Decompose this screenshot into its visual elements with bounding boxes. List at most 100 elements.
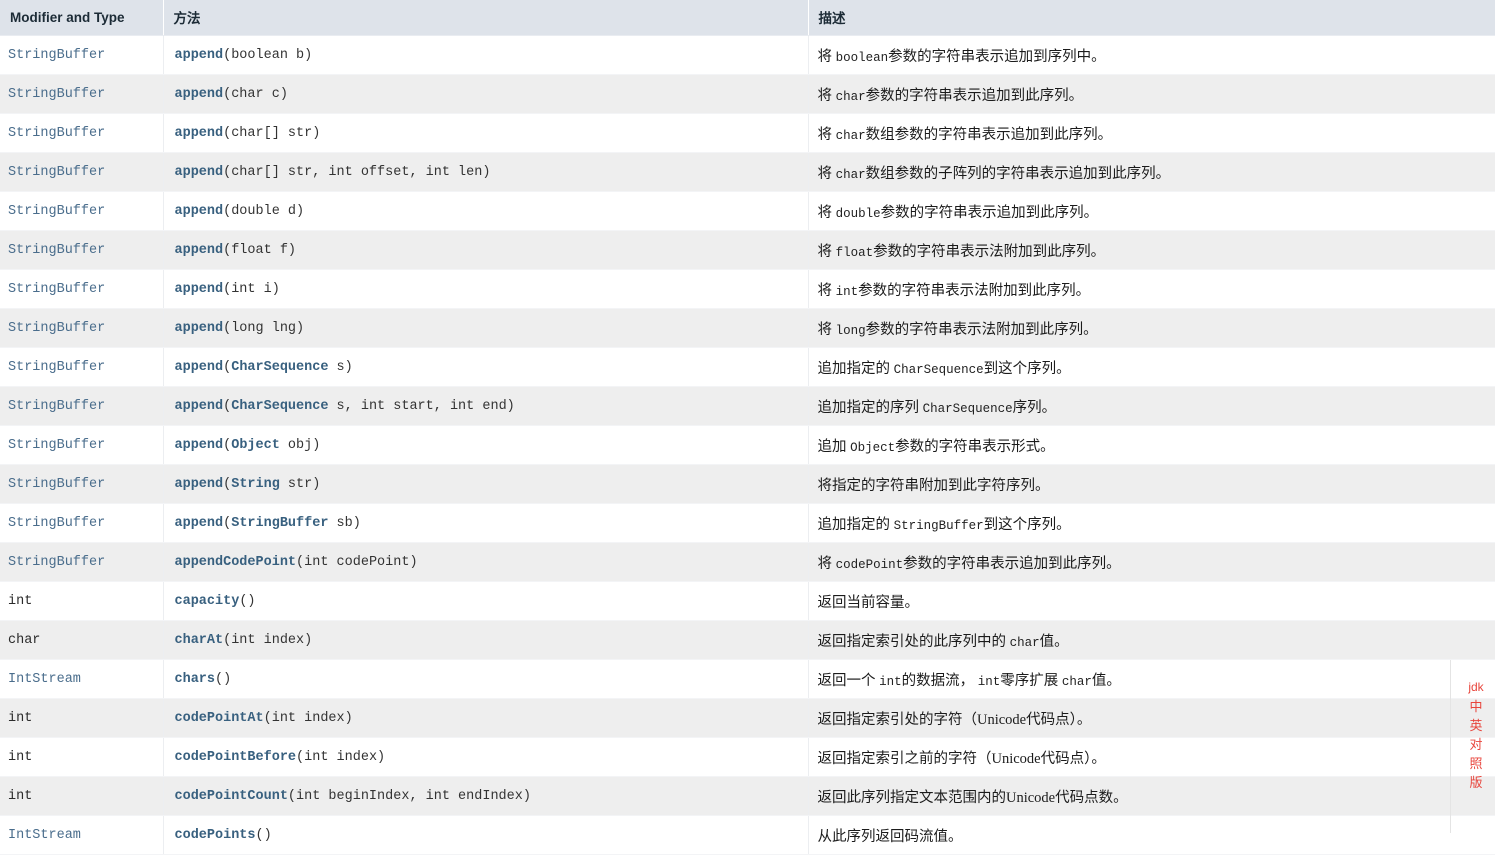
method-name-link[interactable]: append xyxy=(175,126,224,141)
parameter-type-link[interactable]: CharSequence xyxy=(231,399,328,414)
cell-method-signature: append(CharSequence s, int start, int en… xyxy=(163,386,809,426)
method-name-link[interactable]: chars xyxy=(175,672,216,687)
method-name-link[interactable]: charAt xyxy=(175,633,224,648)
type-text: int xyxy=(8,788,33,804)
cell-method-signature: codePointBefore(int index) xyxy=(163,737,809,777)
cell-method-signature: chars() xyxy=(163,659,809,699)
method-name-link[interactable]: append xyxy=(175,438,224,453)
cell-description: 将 float参数的字符串表示法附加到此序列。 xyxy=(808,230,1495,270)
method-name-link[interactable]: append xyxy=(175,399,224,414)
type-link[interactable]: StringBuffer xyxy=(8,87,105,102)
method-name-link[interactable]: append xyxy=(175,477,224,492)
method-signature-text: sb) xyxy=(328,515,361,531)
description-text-span: 参数的字符串表示追加到此序列。 xyxy=(865,87,1084,104)
description-code-span: int xyxy=(879,674,902,689)
method-name-link[interactable]: append xyxy=(175,165,224,180)
type-link[interactable]: StringBuffer xyxy=(8,165,105,180)
table-row: StringBuffer append(CharSequence s) 追加指定的 … xyxy=(0,347,1495,387)
cell-modifier-and-type: char xyxy=(0,620,164,660)
description-text-span: 参数的字符串表示追加到此序列。 xyxy=(880,204,1099,221)
parameter-type-link[interactable]: CharSequence xyxy=(231,360,328,375)
cell-method-signature: append(CharSequence s) xyxy=(163,347,809,387)
jdk-bilingual-watermark: jdk 中英对照版 xyxy=(1463,678,1489,792)
cell-modifier-and-type: StringBuffer xyxy=(0,464,164,504)
cell-description: 追加指定的 CharSequence到这个序列。 xyxy=(808,347,1495,387)
cell-description: 将 boolean参数的字符串表示追加到序列中。 xyxy=(808,35,1495,75)
description-code-span: Object xyxy=(850,440,896,455)
type-link[interactable]: StringBuffer xyxy=(8,204,105,219)
type-link[interactable]: StringBuffer xyxy=(8,399,105,414)
cell-modifier-and-type: StringBuffer xyxy=(0,74,164,114)
table-row: char charAt(int index) 返回指定索引处的此序列中的 char值… xyxy=(0,620,1495,660)
type-link[interactable]: StringBuffer xyxy=(8,477,105,492)
description-code-span: int xyxy=(977,674,1001,689)
description-text-span: 零序扩展 xyxy=(1000,672,1062,689)
method-signature-text: ( xyxy=(223,515,232,531)
method-name-link[interactable]: appendCodePoint xyxy=(175,555,297,570)
table-row: StringBuffer append(float f) 将 float参数的字符串… xyxy=(0,230,1495,270)
method-signature-text: (int beginIndex, int endIndex) xyxy=(287,788,531,804)
method-name-link[interactable]: append xyxy=(175,48,224,63)
type-link[interactable]: StringBuffer xyxy=(8,243,105,258)
cell-modifier-and-type: StringBuffer xyxy=(0,35,164,75)
description-text-span: 追加指定的序列 xyxy=(817,399,923,416)
method-name-link[interactable]: codePointAt xyxy=(175,711,264,726)
description-text-span: 将 xyxy=(817,243,836,260)
cell-description: 返回指定索引处的此序列中的 char值。 xyxy=(808,620,1495,660)
watermark-char: 照 xyxy=(1469,756,1483,771)
type-link[interactable]: IntStream xyxy=(8,672,81,687)
parameter-type-link[interactable]: String xyxy=(231,477,280,492)
cell-method-signature: charAt(int index) xyxy=(163,620,809,660)
method-name-link[interactable]: append xyxy=(175,243,224,258)
method-signature-text: (char c) xyxy=(223,86,288,102)
description-text-span: 数组参数的子阵列的字符串表示追加到此序列。 xyxy=(865,165,1171,182)
type-link[interactable]: IntStream xyxy=(8,828,81,843)
cell-description: 返回一个 int的数据流， int零序扩展 char值。 xyxy=(808,659,1495,699)
method-name-link[interactable]: append xyxy=(175,321,224,336)
description-text-span: 追加 xyxy=(817,438,851,455)
watermark-char: 对 xyxy=(1469,737,1483,752)
cell-modifier-and-type: StringBuffer xyxy=(0,425,164,465)
type-link[interactable]: StringBuffer xyxy=(8,48,105,63)
type-link[interactable]: StringBuffer xyxy=(8,360,105,375)
type-link[interactable]: StringBuffer xyxy=(8,321,105,336)
method-name-link[interactable]: codePointCount xyxy=(175,789,288,804)
parameter-type-link[interactable]: StringBuffer xyxy=(231,516,328,531)
table-row: StringBuffer append(int i) 将 int参数的字符串表示法附… xyxy=(0,269,1495,309)
cell-description: 追加指定的 StringBuffer到这个序列。 xyxy=(808,503,1495,543)
cell-modifier-and-type: int xyxy=(0,776,164,816)
method-name-link[interactable]: capacity xyxy=(175,594,240,609)
description-text-span: 的数据流， xyxy=(901,672,978,689)
method-signature-text: (float f) xyxy=(223,242,297,258)
table-header: Modifier and Type 方法 描述 xyxy=(0,0,1495,36)
method-signature-text: ( xyxy=(223,398,232,414)
type-link[interactable]: StringBuffer xyxy=(8,126,105,141)
method-name-link[interactable]: codePoints xyxy=(175,828,256,843)
type-link[interactable]: StringBuffer xyxy=(8,438,105,453)
method-signature-text: (char[] str, int offset, int len) xyxy=(223,164,491,180)
type-link[interactable]: StringBuffer xyxy=(8,555,105,570)
cell-method-signature: append(char c) xyxy=(163,74,809,114)
table-row: StringBuffer append(StringBuffer sb) 追加指定的… xyxy=(0,503,1495,543)
method-name-link[interactable]: append xyxy=(175,360,224,375)
description-text-span: 将 xyxy=(817,48,836,65)
cell-description: 返回指定索引处的字符（Unicode代码点）。 xyxy=(808,698,1495,738)
cell-modifier-and-type: StringBuffer xyxy=(0,152,164,192)
type-link[interactable]: StringBuffer xyxy=(8,282,105,297)
method-name-link[interactable]: append xyxy=(175,87,224,102)
method-signature-text: (char[] str) xyxy=(223,125,321,141)
description-code-span: char xyxy=(1009,635,1040,650)
type-link[interactable]: StringBuffer xyxy=(8,516,105,531)
cell-modifier-and-type: int xyxy=(0,698,164,738)
description-text-span: 将 xyxy=(817,555,836,572)
method-name-link[interactable]: append xyxy=(175,516,224,531)
table-row: StringBuffer append(char[] str, int offse… xyxy=(0,152,1495,192)
method-name-link[interactable]: append xyxy=(175,282,224,297)
description-text-span: 序列。 xyxy=(1012,399,1057,416)
cell-modifier-and-type: StringBuffer xyxy=(0,503,164,543)
cell-modifier-and-type: StringBuffer xyxy=(0,308,164,348)
method-name-link[interactable]: append xyxy=(175,204,224,219)
parameter-type-link[interactable]: Object xyxy=(231,438,280,453)
method-name-link[interactable]: codePointBefore xyxy=(175,750,297,765)
description-text-span: 返回指定索引处的字符（Unicode代码点）。 xyxy=(817,711,1092,728)
